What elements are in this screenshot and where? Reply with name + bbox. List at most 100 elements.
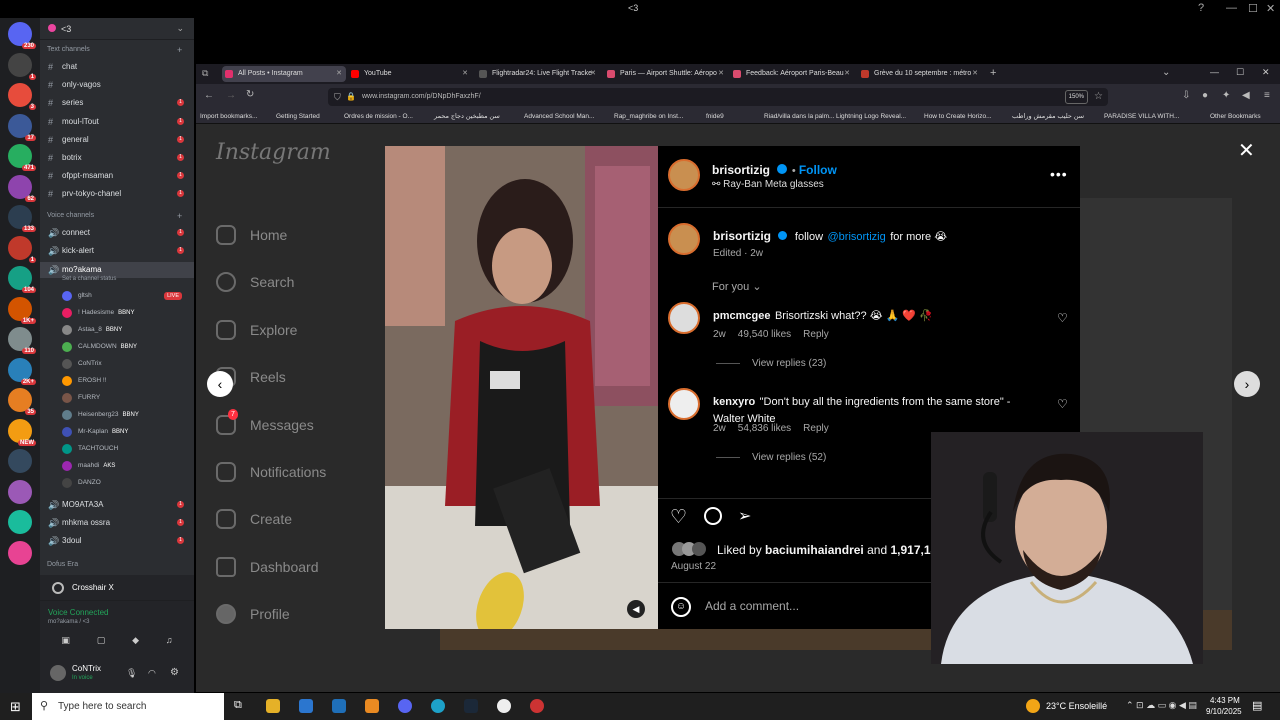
author-avatar[interactable]	[668, 159, 700, 191]
obs-icon[interactable]	[497, 699, 511, 713]
notification-icon[interactable]: ▤	[1252, 699, 1262, 712]
view-replies[interactable]: View replies (52)	[716, 452, 826, 463]
tab-list-icon[interactable]: ⌄	[1162, 67, 1170, 78]
tab-4[interactable]: Feedback: Aéroport Paris-Beau ✕	[730, 66, 854, 82]
minimize-icon[interactable]: —	[1210, 67, 1219, 77]
screen-share-icon[interactable]: ▢	[97, 635, 106, 649]
more-options-icon[interactable]: •••	[1050, 166, 1068, 182]
app-icon[interactable]	[365, 699, 379, 713]
channel-kick-alert[interactable]: 🔊 kick-alert 1	[40, 243, 194, 259]
edge-icon[interactable]	[431, 699, 445, 713]
bookmark-item[interactable]: Lightning Logo Reveal...	[836, 111, 906, 123]
view-replies[interactable]: View replies (23)	[716, 358, 826, 369]
nav-explore[interactable]: Explore	[216, 318, 297, 342]
server-icon[interactable]	[8, 449, 32, 473]
settings-icon[interactable]: ⚙	[170, 667, 179, 678]
voice-connected-label[interactable]: Voice Connected	[48, 608, 109, 617]
task-view-icon[interactable]: ⧉	[234, 699, 242, 712]
channel-moul-ltout[interactable]: # moul-lTout 1	[40, 114, 194, 130]
channel-general[interactable]: # general 1	[40, 132, 194, 148]
server-icon[interactable]: 17	[8, 113, 36, 141]
clock-date[interactable]: 9/10/2025	[1206, 707, 1242, 716]
back-icon[interactable]: ←	[204, 90, 214, 101]
activity-icon[interactable]: ◆	[132, 635, 139, 649]
taskbar-search[interactable]: ⚲ Type here to search	[32, 693, 224, 720]
headphones-icon[interactable]: ◠	[148, 668, 156, 679]
nav-messages[interactable]: 7 Messages	[216, 408, 314, 437]
add-channel-icon[interactable]: +	[177, 211, 182, 221]
server-icon[interactable]: 471	[8, 144, 36, 171]
voice-user[interactable]: ! Hadesisme BBNY	[40, 305, 194, 321]
minimize-icon[interactable]: —	[1226, 2, 1237, 14]
nav-create[interactable]: Create	[216, 507, 292, 531]
server-header[interactable]: <3 ⌄	[40, 18, 194, 40]
bookmark-item[interactable]: سن مطبخين دجاج محمر	[434, 111, 500, 123]
server-icon[interactable]: 62	[8, 174, 36, 202]
windows-start-icon[interactable]: ⊞	[10, 699, 21, 715]
comment-avatar[interactable]	[668, 388, 700, 420]
menu-icon[interactable]: ≡	[1264, 90, 1270, 101]
steam-icon[interactable]	[464, 699, 478, 713]
account-icon[interactable]: ●	[1202, 90, 1208, 101]
tab-5[interactable]: Grève du 10 septembre : métro ✕	[858, 66, 982, 82]
server-icon[interactable]	[8, 479, 32, 504]
text-category[interactable]: Text channels +	[47, 45, 182, 55]
channel-botrix[interactable]: # botrix 1	[40, 150, 194, 166]
voice-user[interactable]: EROSH !!	[40, 373, 194, 389]
camera-icon[interactable]: ▣	[61, 635, 70, 649]
forward-icon[interactable]: →	[226, 90, 236, 101]
voice-user[interactable]: CALMDOWN BBNY	[40, 339, 194, 355]
liked-avatars[interactable]	[672, 542, 712, 556]
previous-post-button[interactable]: ‹	[207, 371, 233, 397]
weather-label[interactable]: 23°C Ensoleillé	[1046, 701, 1107, 711]
chevron-down-icon[interactable]: ⌄	[176, 23, 184, 34]
download-icon[interactable]: ⇩	[1182, 90, 1190, 101]
nav-search[interactable]: Search	[216, 270, 294, 294]
comment-likes[interactable]: 49,540 likes	[738, 329, 791, 340]
tray-icons[interactable]: ⌃ ⊡ ☁ ▭ ◉ ◀ ▤	[1126, 700, 1197, 711]
bookmark-item[interactable]: Advanced School Man...	[524, 111, 594, 123]
server-icon[interactable]: 1K+	[8, 296, 36, 324]
url-field[interactable]: ⛉ 🔒 www.instagram.com/p/DNpDhFaxzhF/ 150…	[328, 88, 1108, 106]
bookmark-item[interactable]: Import bookmarks...	[200, 111, 257, 123]
channel-series[interactable]: # series 1	[40, 95, 194, 111]
discord-icon[interactable]	[398, 699, 412, 713]
author-name[interactable]: brisortizig	[712, 163, 770, 177]
app-icon[interactable]	[530, 699, 544, 713]
comment-likes[interactable]: 54,836 likes	[738, 423, 791, 434]
channel-mhkma-ossra[interactable]: 🔊 mhkma ossra 1	[40, 515, 194, 531]
voice-user[interactable]: DANZO	[40, 475, 194, 491]
add-channel-icon[interactable]: +	[177, 45, 182, 55]
caption-author[interactable]: brisortizig	[713, 229, 771, 243]
mic-icon[interactable]: 🎙	[126, 668, 137, 679]
comment-input[interactable]: Add a comment...	[705, 599, 799, 613]
server-icon[interactable]: NEW	[8, 418, 36, 446]
nav-home[interactable]: Home	[216, 223, 287, 247]
outlook-icon[interactable]	[332, 699, 346, 713]
server-icon[interactable]	[8, 510, 32, 534]
voice-user[interactable]: CoNTrix	[40, 356, 194, 372]
reply-button[interactable]: Reply	[803, 329, 829, 340]
post-date[interactable]: August 22	[671, 561, 716, 572]
bookmark-item[interactable]: How to Create Horizo...	[924, 111, 992, 123]
comment-author[interactable]: pmcmcgee	[713, 310, 770, 322]
bookmark-star-icon[interactable]: ☆	[1094, 88, 1103, 106]
comment-icon[interactable]	[704, 507, 722, 525]
for-you-dropdown[interactable]: For you ⌄	[712, 280, 762, 293]
bookmark-item[interactable]: fnide9	[706, 111, 724, 123]
caption-mention[interactable]: @brisortizig	[828, 231, 886, 243]
liked-by-user[interactable]: baciumihaiandrei	[765, 543, 864, 557]
server-icon[interactable]: 104	[8, 266, 36, 293]
voice-user[interactable]: TACHTOUCH	[40, 441, 194, 457]
channel-chat[interactable]: # chat	[40, 59, 194, 75]
bookmark-item[interactable]: سن حليب مقرمش وراطب	[1012, 111, 1084, 123]
close-tab-icon[interactable]: ✕	[336, 66, 342, 82]
server-icon[interactable]: 1	[8, 52, 36, 80]
store-icon[interactable]	[299, 699, 313, 713]
speaker-icon[interactable]: ◀	[1242, 90, 1250, 101]
nav-profile[interactable]: Profile	[216, 602, 290, 626]
server-icon[interactable]: 230	[8, 22, 36, 49]
bookmark-item[interactable]: Ordres de mission - O...	[344, 111, 413, 123]
voice-user[interactable]: FURRY	[40, 390, 194, 406]
tab-0[interactable]: All Posts • Instagram ✕	[222, 66, 346, 82]
